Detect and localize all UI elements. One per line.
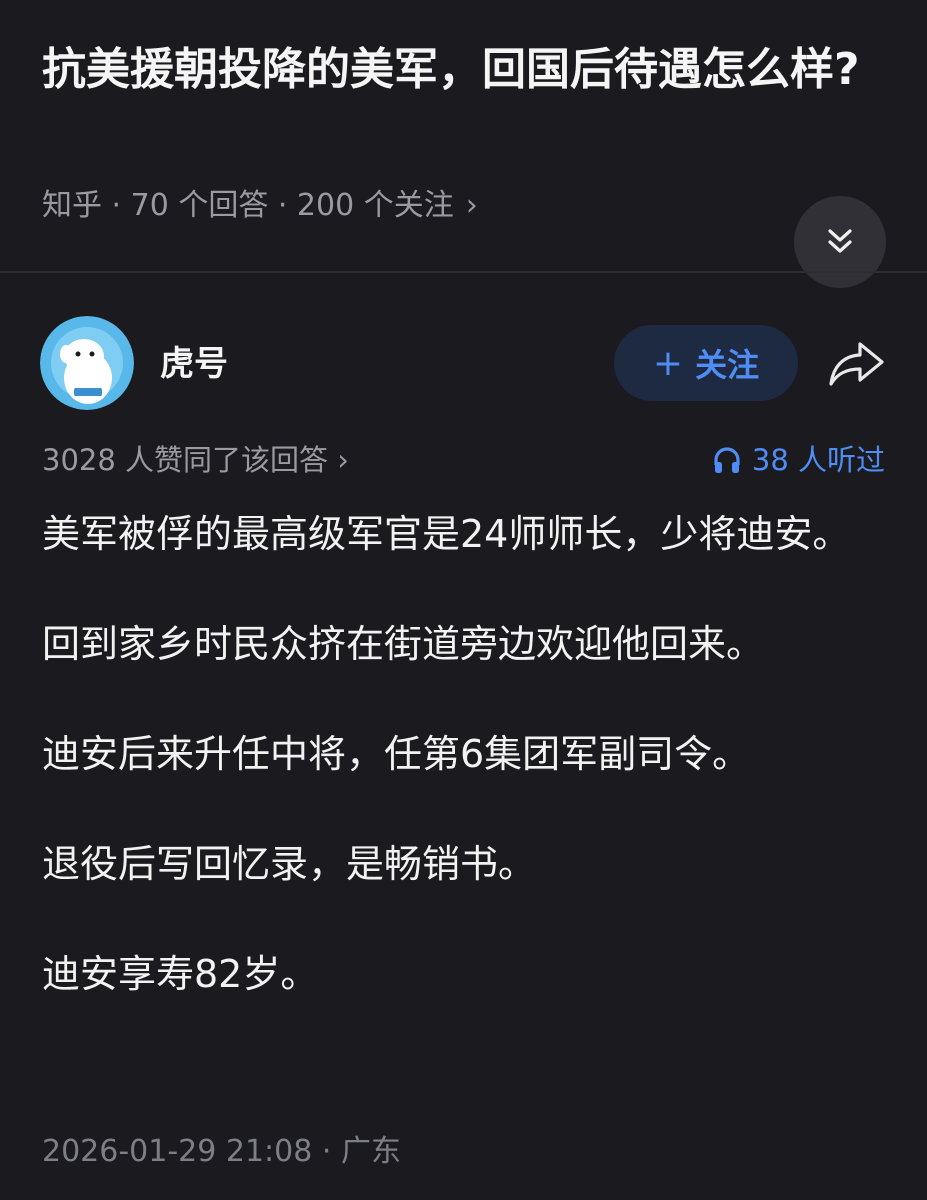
chevron-right-icon: ›	[465, 188, 478, 223]
answer-paragraph: 美军被俘的最高级军官是24师师长，少将迪安。	[42, 512, 851, 556]
approve-text: 3028 人赞同了该回答	[42, 443, 329, 477]
chevron-right-icon: ›	[337, 443, 349, 477]
share-button[interactable]	[826, 338, 888, 390]
plus-icon: +	[652, 342, 684, 384]
author-name[interactable]: 虎号	[160, 340, 228, 388]
approve-stats[interactable]: 3028 人赞同了该回答 ›	[42, 438, 349, 482]
answer-paragraph: 回到家乡时民众挤在街道旁边欢迎他回来。	[42, 622, 765, 666]
listen-count[interactable]: 38 人听过	[712, 438, 885, 482]
follow-label: 关注	[695, 346, 760, 384]
listen-text: 38 人听过	[751, 443, 885, 477]
answer-content[interactable]: 美军被俘的最高级军官是24师师长，少将迪安。 回到家乡时民众挤在街道旁边欢迎他回…	[42, 505, 892, 1055]
avatar-image	[40, 316, 134, 410]
collapse-button[interactable]	[794, 196, 886, 288]
headphones-icon	[714, 447, 740, 473]
answer-footer-timestamp: 2026-01-29 21:08 · 广东	[42, 1134, 401, 1169]
follow-button[interactable]: + 关注	[614, 325, 798, 401]
header-divider	[0, 271, 927, 273]
author-avatar[interactable]	[40, 316, 134, 410]
share-arrow-icon	[829, 342, 884, 386]
question-meta-text: 知乎 · 70 个回答 · 200 个关注	[42, 188, 454, 223]
question-title[interactable]: 抗美援朝投降的美军，回国后待遇怎么样?	[42, 38, 892, 102]
answer-paragraph: 迪安享寿82岁。	[42, 952, 319, 996]
question-meta[interactable]: 知乎 · 70 个回答 · 200 个关注 ›	[42, 184, 478, 228]
double-chevron-down-icon	[828, 229, 852, 253]
answer-paragraph: 退役后写回忆录，是畅销书。	[42, 842, 537, 886]
answer-paragraph: 迪安后来升任中将，任第6集团军副司令。	[42, 732, 751, 776]
